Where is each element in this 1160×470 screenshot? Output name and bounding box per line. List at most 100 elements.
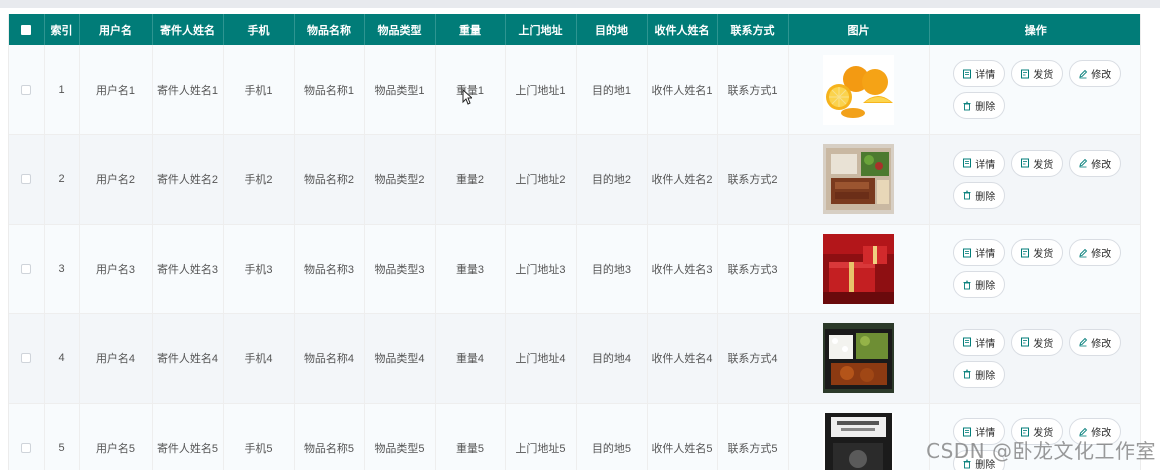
delete-button[interactable]: 删除 (952, 360, 1005, 388)
col-header-destination: 目的地 (576, 14, 648, 45)
cell-image (788, 45, 930, 135)
detail-button-label: 详情 (975, 70, 996, 81)
cell-item-type: 物品类型2 (364, 134, 436, 225)
cell-contact: 联系方式5 (717, 403, 789, 470)
cell-pickup: 上门地址3 (505, 224, 577, 314)
col-header-contact: 联系方式 (717, 14, 789, 45)
detail-button[interactable]: 详情 (952, 328, 1005, 356)
cell-actions: 详情 发货 修改删除 (929, 313, 1140, 404)
cell-contact: 联系方式3 (717, 224, 789, 314)
edit-button[interactable]: 修改 (1068, 60, 1121, 87)
cell-item-name: 物品名称3 (294, 224, 365, 314)
table-row[interactable]: 4 用户名4 寄件人姓名4 手机4 物品名称4 物品类型4 重量4 上门地址4 目的地4 收件人姓… (9, 313, 1140, 404)
edit-icon (1078, 248, 1088, 258)
cell-username: 用户名4 (79, 313, 153, 404)
top-bar (0, 0, 1160, 8)
select-all-checkbox[interactable] (21, 24, 32, 35)
table-header-row: 索引 用户名 寄件人姓名 手机 物品名称 物品类型 重量 上门地址 目的地 收件… (9, 14, 1140, 45)
cell-select[interactable] (9, 403, 45, 470)
data-table: 索引 用户名 寄件人姓名 手机 物品名称 物品类型 重量 上门地址 目的地 收件… (9, 14, 1140, 470)
detail-button[interactable]: 详情 (952, 60, 1005, 87)
select-all-header[interactable] (9, 14, 45, 45)
row-checkbox[interactable] (21, 174, 32, 185)
cell-weight: 重量3 (435, 224, 506, 314)
col-header-username: 用户名 (79, 14, 153, 45)
cell-pickup: 上门地址5 (505, 403, 577, 470)
detail-icon (962, 248, 972, 258)
table-row[interactable]: 1 用户名1 寄件人姓名1 手机1 物品名称1 物品类型1 重量1 上门地址1 目的地1 收件人姓… (9, 45, 1140, 135)
cell-actions: 详情 发货 修改删除 (929, 224, 1140, 314)
delete-button[interactable]: 删除 (952, 92, 1005, 119)
cell-receiver: 收件人姓名2 (647, 134, 718, 225)
cell-receiver: 收件人姓名4 (647, 313, 718, 404)
cell-pickup: 上门地址1 (505, 45, 577, 135)
cell-sender: 寄件人姓名4 (152, 313, 224, 404)
detail-button[interactable]: 详情 (952, 149, 1005, 177)
cell-select[interactable] (9, 224, 45, 314)
cell-item-name: 物品名称5 (294, 403, 365, 470)
row-checkbox[interactable] (21, 84, 32, 95)
cell-item-type: 物品类型5 (364, 403, 436, 470)
delete-button[interactable]: 删除 (952, 181, 1005, 209)
cell-image (788, 134, 930, 225)
edit-icon (1078, 337, 1088, 347)
ship-button[interactable]: 发货 (1010, 149, 1063, 177)
edit-button-label: 修改 (1091, 249, 1112, 261)
item-image-rice-meal-box (823, 323, 894, 394)
col-header-index: 索引 (44, 14, 80, 45)
trash-icon (962, 369, 972, 379)
table-row[interactable]: 2 用户名2 寄件人姓名2 手机2 物品名称2 物品类型2 重量2 上门地址2 目的地2 收件人姓… (9, 134, 1140, 225)
row-checkbox[interactable] (21, 263, 32, 274)
table-row[interactable]: 3 用户名3 寄件人姓名3 手机3 物品名称3 物品类型3 重量3 上门地址3 目的地3 收件人姓… (9, 224, 1140, 314)
cell-select[interactable] (9, 313, 45, 404)
edit-button[interactable]: 修改 (1068, 239, 1121, 267)
cell-username: 用户名3 (79, 224, 153, 314)
ship-icon (1020, 337, 1030, 347)
col-header-sender: 寄件人姓名 (152, 14, 224, 45)
cell-actions: 详情 发货 修改删除 (929, 45, 1140, 135)
detail-button-label: 详情 (975, 159, 996, 171)
edit-button[interactable]: 修改 (1068, 328, 1121, 356)
cell-select[interactable] (9, 45, 45, 135)
cell-select[interactable] (9, 134, 45, 225)
ship-button[interactable]: 发货 (1010, 239, 1063, 267)
cell-image (788, 403, 930, 470)
cell-receiver: 收件人姓名1 (647, 45, 718, 135)
action-buttons: 详情 发货 修改删除 (951, 149, 1121, 209)
cell-username: 用户名5 (79, 403, 153, 470)
ship-button-label: 发货 (1033, 159, 1054, 171)
cell-image (788, 313, 930, 404)
cell-receiver: 收件人姓名5 (647, 403, 718, 470)
ship-button-label: 发货 (1033, 70, 1054, 81)
row-checkbox[interactable] (21, 353, 32, 364)
ship-button[interactable]: 发货 (1010, 60, 1063, 87)
cell-contact: 联系方式2 (717, 134, 789, 225)
edit-button[interactable]: 修改 (1068, 149, 1121, 177)
item-image-oranges (823, 54, 894, 125)
ship-button-label: 发货 (1033, 338, 1054, 350)
cell-contact: 联系方式4 (717, 313, 789, 404)
cell-destination: 目的地5 (576, 403, 648, 470)
item-image-red-gift-box (823, 233, 894, 304)
cell-index: 3 (44, 224, 80, 314)
cell-index: 1 (44, 45, 80, 135)
col-header-item-name: 物品名称 (294, 14, 365, 45)
trash-icon (962, 190, 972, 200)
col-header-phone: 手机 (223, 14, 295, 45)
cell-weight: 重量2 (435, 134, 506, 225)
cell-item-type: 物品类型4 (364, 313, 436, 404)
delete-button-label: 删除 (975, 281, 996, 293)
cell-item-name: 物品名称2 (294, 134, 365, 225)
detail-button[interactable]: 详情 (952, 239, 1005, 267)
delete-button[interactable]: 删除 (952, 271, 1005, 299)
cell-sender: 寄件人姓名5 (152, 403, 224, 470)
cell-destination: 目的地4 (576, 313, 648, 404)
ship-button[interactable]: 发货 (1010, 328, 1063, 356)
cell-index: 4 (44, 313, 80, 404)
cell-item-type: 物品类型1 (364, 45, 436, 135)
mouse-cursor-icon (462, 89, 472, 105)
action-buttons: 详情 发货 修改删除 (951, 239, 1121, 299)
detail-icon (962, 337, 972, 347)
ship-icon (1020, 158, 1030, 168)
row-checkbox[interactable] (21, 442, 32, 453)
